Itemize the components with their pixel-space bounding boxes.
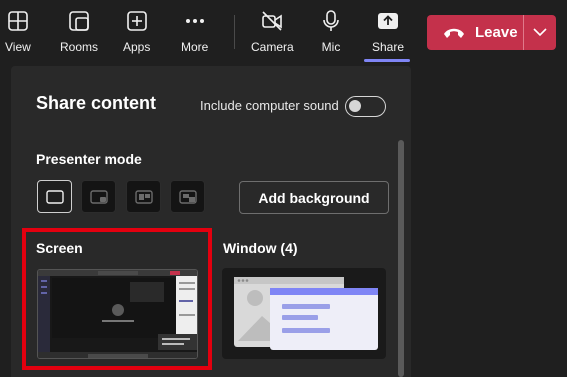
screen-option-highlight xyxy=(22,228,212,370)
mic-button[interactable]: Mic xyxy=(320,10,342,60)
rooms-icon xyxy=(69,11,89,31)
presenter-mode-reporter[interactable] xyxy=(170,180,205,213)
more-label: More xyxy=(181,40,209,54)
panel-title: Share content xyxy=(36,93,157,113)
view-label: View xyxy=(5,40,31,54)
standout-icon xyxy=(89,189,108,204)
toggle-knob xyxy=(349,100,361,112)
rooms-label: Rooms xyxy=(60,40,99,54)
more-dots-icon xyxy=(185,19,204,23)
leave-options-button[interactable] xyxy=(524,15,556,50)
leave-label: Leave xyxy=(475,24,518,41)
add-background-button[interactable]: Add background xyxy=(239,181,389,214)
presenter-mode-standout[interactable] xyxy=(81,180,116,213)
presenter-mode-content-only[interactable] xyxy=(37,180,72,213)
meeting-toolbar: View Rooms Apps More Camera Mic Share Le… xyxy=(0,0,567,66)
include-sound-toggle[interactable] xyxy=(345,96,386,117)
camera-off-icon xyxy=(262,11,283,31)
share-label: Share xyxy=(372,40,405,54)
microphone-icon xyxy=(323,10,339,31)
side-by-side-icon xyxy=(134,189,153,204)
share-button[interactable]: Share xyxy=(372,10,404,60)
more-button[interactable]: More xyxy=(181,10,208,60)
presenter-mode-side-by-side[interactable] xyxy=(126,180,161,213)
presenter-mode-title: Presenter mode xyxy=(36,151,142,167)
mic-label: Mic xyxy=(321,40,341,54)
toolbar-divider xyxy=(234,15,235,49)
window-share-thumbnail[interactable] xyxy=(222,268,386,359)
leave-button[interactable]: Leave xyxy=(427,15,523,50)
leave-button-group: Leave xyxy=(427,15,556,50)
camera-button[interactable]: Camera xyxy=(251,10,294,60)
grid-icon xyxy=(8,11,28,31)
view-button[interactable]: View xyxy=(5,10,31,60)
apps-label: Apps xyxy=(123,40,151,54)
camera-label: Camera xyxy=(251,40,294,54)
share-active-indicator xyxy=(364,59,410,62)
share-tray-icon xyxy=(378,13,399,29)
rooms-button[interactable]: Rooms xyxy=(60,10,98,60)
content-only-icon xyxy=(45,189,64,204)
window-preview-illustration xyxy=(234,277,378,350)
chevron-down-icon xyxy=(533,28,547,37)
reporter-icon xyxy=(178,189,197,204)
include-sound-label: Include computer sound xyxy=(200,98,339,113)
window-section-label: Window (4) xyxy=(223,240,298,256)
hang-up-icon xyxy=(444,28,464,38)
add-app-icon xyxy=(126,11,147,31)
apps-button[interactable]: Apps xyxy=(123,10,150,60)
panel-scrollbar[interactable] xyxy=(398,140,404,377)
